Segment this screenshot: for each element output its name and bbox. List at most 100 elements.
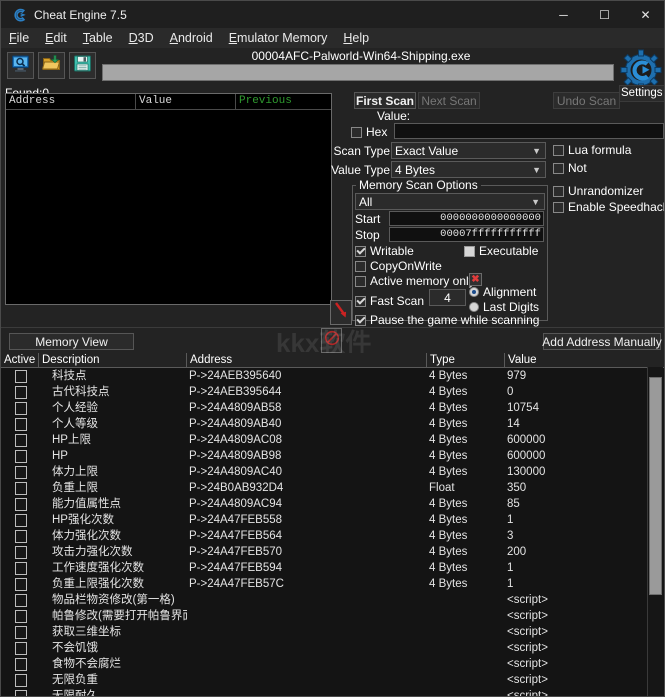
table-row[interactable]: 攻击力强化次数 P->24A47FEB570 4 Bytes 200: [1, 544, 664, 560]
row-active-checkbox[interactable]: [15, 369, 27, 383]
start-address-input[interactable]: 0000000000000000: [389, 211, 544, 226]
last-digits-radio-row[interactable]: Last Digits: [469, 300, 539, 314]
value-type-select[interactable]: 4 Bytes ▼: [391, 161, 546, 178]
table-row[interactable]: 负重上限 P->24B0AB932D4 Float 350: [1, 480, 664, 496]
results-column-previous[interactable]: Previous: [236, 94, 331, 109]
table-row[interactable]: 不会饥饿 <script>: [1, 640, 664, 656]
table-row[interactable]: HP上限 P->24A4809AC08 4 Bytes 600000: [1, 432, 664, 448]
alignment-radio[interactable]: [469, 287, 479, 297]
row-active-checkbox[interactable]: [15, 641, 27, 655]
results-column-address[interactable]: Address: [6, 94, 136, 109]
add-to-table-arrow-button[interactable]: [330, 300, 352, 325]
fast-scan-alignment-input[interactable]: 4: [429, 289, 466, 306]
last-digits-radio[interactable]: [469, 302, 479, 312]
row-active-checkbox[interactable]: [15, 529, 27, 543]
row-active-checkbox[interactable]: [15, 513, 27, 527]
unrandomizer-checkbox-row[interactable]: Unrandomizer: [553, 184, 643, 198]
copyonwrite-checkbox-row[interactable]: CopyOnWrite: [355, 259, 442, 273]
table-row[interactable]: 无限耐久 <script>: [1, 688, 664, 696]
row-active-checkbox[interactable]: [15, 673, 27, 687]
row-active-checkbox[interactable]: [15, 577, 27, 591]
table-row[interactable]: 体力上限 P->24A4809AC40 4 Bytes 130000: [1, 464, 664, 480]
table-row[interactable]: HP P->24A4809AB98 4 Bytes 600000: [1, 448, 664, 464]
row-active-checkbox[interactable]: [15, 689, 27, 696]
hex-checkbox-row[interactable]: Hex: [351, 125, 387, 139]
active-memory-checkbox[interactable]: [355, 275, 366, 287]
row-active-checkbox[interactable]: [15, 401, 27, 415]
results-column-value[interactable]: Value: [136, 94, 236, 109]
fast-scan-checkbox-row[interactable]: Fast Scan: [355, 294, 424, 308]
menu-emulator-memory[interactable]: Emulator Memory: [221, 28, 336, 48]
load-table-button[interactable]: [38, 52, 65, 79]
row-active-checkbox[interactable]: [15, 497, 27, 511]
pause-game-checkbox[interactable]: [355, 314, 366, 326]
minimize-button[interactable]: ─: [543, 1, 584, 28]
row-active-checkbox[interactable]: [15, 561, 27, 575]
unrandomizer-checkbox[interactable]: [553, 185, 564, 197]
pause-game-checkbox-row[interactable]: Pause the game while scanning: [355, 313, 539, 327]
table-row[interactable]: 帕鲁修改(需要打开帕鲁界面) <script>: [1, 608, 664, 624]
fast-scan-checkbox[interactable]: [355, 295, 366, 307]
row-active-checkbox[interactable]: [15, 465, 27, 479]
hex-checkbox[interactable]: [351, 126, 362, 138]
table-row[interactable]: 工作速度强化次数 P->24A47FEB594 4 Bytes 1: [1, 560, 664, 576]
next-scan-button[interactable]: Next Scan: [418, 92, 480, 109]
open-process-button[interactable]: [7, 52, 34, 79]
lua-formula-checkbox-row[interactable]: Lua formula: [553, 143, 631, 157]
table-row[interactable]: HP强化次数 P->24A47FEB558 4 Bytes 1: [1, 512, 664, 528]
table-row[interactable]: 个人等级 P->24A4809AB40 4 Bytes 14: [1, 416, 664, 432]
row-active-checkbox[interactable]: [15, 449, 27, 463]
row-active-checkbox[interactable]: [15, 545, 27, 559]
undo-scan-button[interactable]: Undo Scan: [553, 92, 620, 109]
lua-formula-checkbox[interactable]: [553, 144, 564, 156]
save-table-button[interactable]: [69, 52, 96, 79]
table-row[interactable]: 科技点 P->24AEB395640 4 Bytes 979: [1, 368, 664, 384]
first-scan-button[interactable]: First Scan: [354, 92, 416, 109]
row-active-checkbox[interactable]: [15, 481, 27, 495]
table-row[interactable]: 食物不会腐烂 <script>: [1, 656, 664, 672]
executable-checkbox[interactable]: [464, 245, 475, 257]
row-active-checkbox[interactable]: [15, 625, 27, 639]
stop-scan-button[interactable]: [321, 328, 342, 353]
stop-address-input[interactable]: 00007fffffffffff: [389, 227, 544, 242]
menu-table[interactable]: Table: [75, 28, 121, 48]
column-type[interactable]: Type: [427, 353, 505, 367]
table-row[interactable]: 个人经验 P->24A4809AB58 4 Bytes 10754: [1, 400, 664, 416]
column-value[interactable]: Value: [505, 353, 664, 367]
row-active-checkbox[interactable]: [15, 417, 27, 431]
add-address-manually-button[interactable]: Add Address Manually: [542, 333, 662, 350]
alignment-radio-row[interactable]: Alignment: [469, 285, 536, 299]
menu-d3d[interactable]: D3D: [121, 28, 162, 48]
scan-value-input[interactable]: [394, 123, 664, 139]
table-row[interactable]: 无限负重 <script>: [1, 672, 664, 688]
close-button[interactable]: ✕: [625, 1, 664, 28]
table-row[interactable]: 获取三维坐标 <script>: [1, 624, 664, 640]
active-memory-checkbox-row[interactable]: Active memory only: [355, 274, 475, 288]
menu-help[interactable]: Help: [335, 28, 377, 48]
row-active-checkbox[interactable]: [15, 593, 27, 607]
executable-checkbox-row[interactable]: Executable: [464, 244, 538, 258]
writable-checkbox[interactable]: [355, 245, 366, 257]
row-active-checkbox[interactable]: [15, 433, 27, 447]
copyonwrite-checkbox[interactable]: [355, 260, 366, 272]
memory-view-button[interactable]: Memory View: [9, 333, 134, 350]
table-row[interactable]: 能力值属性点 P->24A4809AC94 4 Bytes 85: [1, 496, 664, 512]
scrollbar-thumb[interactable]: [649, 377, 662, 595]
column-description[interactable]: Description: [39, 353, 187, 367]
scan-type-select[interactable]: Exact Value ▼: [391, 142, 546, 159]
row-active-checkbox[interactable]: [15, 385, 27, 399]
scan-results-list[interactable]: Address Value Previous: [5, 93, 332, 305]
table-row[interactable]: 体力强化次数 P->24A47FEB564 4 Bytes 3: [1, 528, 664, 544]
row-active-checkbox[interactable]: [15, 657, 27, 671]
menu-android[interactable]: Android: [162, 28, 221, 48]
column-address[interactable]: Address: [187, 353, 427, 367]
row-active-checkbox[interactable]: [15, 609, 27, 623]
menu-file[interactable]: File: [1, 28, 37, 48]
not-checkbox[interactable]: [553, 162, 564, 174]
speedhack-checkbox-row[interactable]: Enable Speedhack: [553, 200, 664, 214]
table-row[interactable]: 负重上限强化次数 P->24A47FEB57C 4 Bytes 1: [1, 576, 664, 592]
writable-checkbox-row[interactable]: Writable: [355, 244, 414, 258]
memory-region-select[interactable]: All ▼: [355, 193, 545, 210]
not-checkbox-row[interactable]: Not: [553, 161, 587, 175]
enable-speedhack-checkbox[interactable]: [553, 201, 564, 213]
